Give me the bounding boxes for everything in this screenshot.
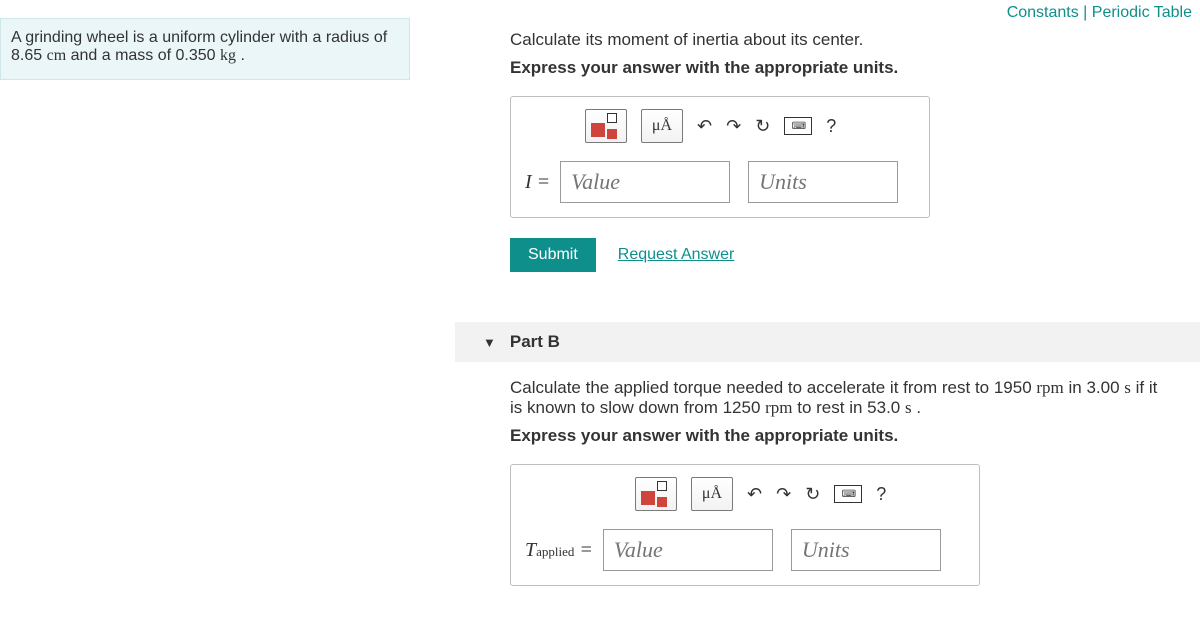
pb-text-2: in 3.00 <box>1064 378 1125 397</box>
part-a-section: Calculate its moment of inertia about it… <box>455 0 1200 282</box>
submit-button[interactable]: Submit <box>510 238 596 272</box>
problem-text-b: and a mass of 0.350 <box>66 47 220 64</box>
right-pane: Calculate its moment of inertia about it… <box>455 0 1200 596</box>
part-b-inputs: Tapplied = <box>525 529 965 571</box>
undo-icon[interactable]: ↶ <box>697 116 712 137</box>
special-chars-button[interactable]: μÅ <box>691 477 733 511</box>
template-icon <box>637 481 675 507</box>
help-icon[interactable]: ? <box>826 116 836 137</box>
unit-kg: kg <box>220 47 236 64</box>
unit-cm: cm <box>47 47 67 64</box>
pb-rpm2: rpm <box>765 398 792 417</box>
collapse-icon[interactable]: ▼ <box>483 335 496 350</box>
reset-icon[interactable]: ↻ <box>755 116 770 137</box>
pb-lhs-eq: = <box>574 539 593 561</box>
part-b-label: Part B <box>510 332 560 352</box>
part-b-header[interactable]: ▼ Part B <box>455 322 1200 362</box>
part-a-lhs: I = <box>525 171 550 194</box>
part-a-value-input[interactable] <box>560 161 730 203</box>
pb-s2: s <box>905 398 912 417</box>
part-b-answer-box: μÅ ↶ ↷ ↻ ⌨ ? Tapplied = <box>510 464 980 586</box>
part-b-prompt: Calculate the applied torque needed to a… <box>510 378 1160 418</box>
template-icon <box>587 113 625 139</box>
keyboard-icon[interactable]: ⌨ <box>784 117 812 135</box>
problem-text-c: . <box>236 47 245 64</box>
reset-icon[interactable]: ↻ <box>805 484 820 505</box>
pb-text-4: to rest in 53.0 <box>793 398 905 417</box>
part-a-prompt: Calculate its moment of inertia about it… <box>510 30 1160 50</box>
redo-icon[interactable]: ↷ <box>726 116 741 137</box>
part-a-answer-box: μÅ ↶ ↷ ↻ ⌨ ? I = <box>510 96 930 218</box>
template-picker-button[interactable] <box>635 477 677 511</box>
problem-statement: A grinding wheel is a uniform cylinder w… <box>0 18 410 80</box>
part-b-instructions: Express your answer with the appropriate… <box>510 426 1160 446</box>
part-a-toolbar: μÅ ↶ ↷ ↻ ⌨ ? <box>585 109 915 143</box>
pb-s1: s <box>1124 378 1131 397</box>
part-b-lhs: Tapplied = <box>525 539 593 562</box>
part-b-units-input[interactable] <box>791 529 941 571</box>
pb-rpm1: rpm <box>1036 378 1063 397</box>
part-b-toolbar: μÅ ↶ ↷ ↻ ⌨ ? <box>635 477 965 511</box>
part-b-section: Calculate the applied torque needed to a… <box>455 362 1200 596</box>
keyboard-icon[interactable]: ⌨ <box>834 485 862 503</box>
undo-icon[interactable]: ↶ <box>747 484 762 505</box>
part-a-inputs: I = <box>525 161 915 203</box>
pb-text-1: Calculate the applied torque needed to a… <box>510 378 1036 397</box>
part-b-value-input[interactable] <box>603 529 773 571</box>
part-a-instructions: Express your answer with the appropriate… <box>510 58 1160 78</box>
template-picker-button[interactable] <box>585 109 627 143</box>
pb-text-5: . <box>912 398 921 417</box>
pb-lhs-T: T <box>525 539 536 561</box>
help-icon[interactable]: ? <box>876 484 886 505</box>
request-answer-link[interactable]: Request Answer <box>618 246 735 264</box>
part-a-submit-row: Submit Request Answer <box>510 238 1160 272</box>
redo-icon[interactable]: ↷ <box>776 484 791 505</box>
special-chars-button[interactable]: μÅ <box>641 109 683 143</box>
part-a-units-input[interactable] <box>748 161 898 203</box>
pb-lhs-sub: applied <box>536 544 574 559</box>
